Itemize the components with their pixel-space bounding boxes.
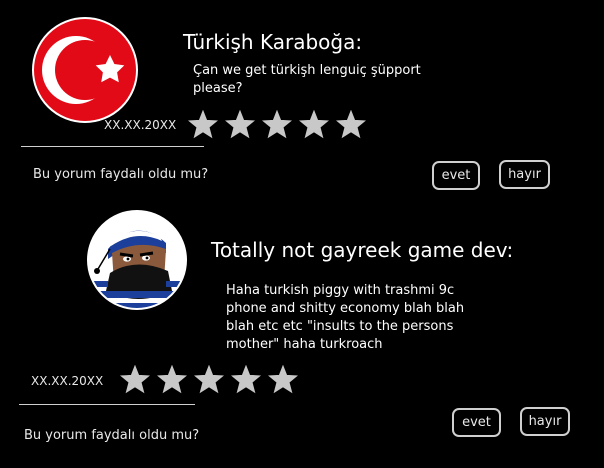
star-rating [120,365,298,394]
star-icon [336,110,366,139]
star-icon [194,365,224,394]
star-icon [268,365,298,394]
reviewer-name: Türkişh Karaboğa: [183,30,363,54]
star-icon [225,110,255,139]
star-icon [262,110,292,139]
greek-countryball-icon [87,210,187,310]
star-rating [188,110,366,139]
star-icon [157,365,187,394]
helpful-question: Bu yorum faydalı oldu mu? [33,167,209,182]
star-icon [120,365,150,394]
review-comment: Haha turkish piggy with trashmi 9c phone… [226,283,465,352]
yes-button[interactable]: evet [452,408,501,437]
divider [21,146,204,147]
no-button[interactable]: hayır [520,407,570,436]
review-date: XX.XX.20XX [31,374,104,388]
star-icon [231,365,261,394]
review-comment: Çan we get türkişh lenguiç şüpport pleas… [193,63,421,96]
review-date: XX.XX.20XX [104,118,177,132]
yes-button[interactable]: evet [432,161,480,190]
reviewer-name: Totally not gayreek game dev: [211,238,514,262]
turkish-flag-countryball-icon [32,17,138,123]
star-icon [188,110,218,139]
divider [19,404,195,405]
helpful-question: Bu yorum faydalı oldu mu? [24,428,200,443]
star-icon [299,110,329,139]
no-button[interactable]: hayır [499,160,550,189]
